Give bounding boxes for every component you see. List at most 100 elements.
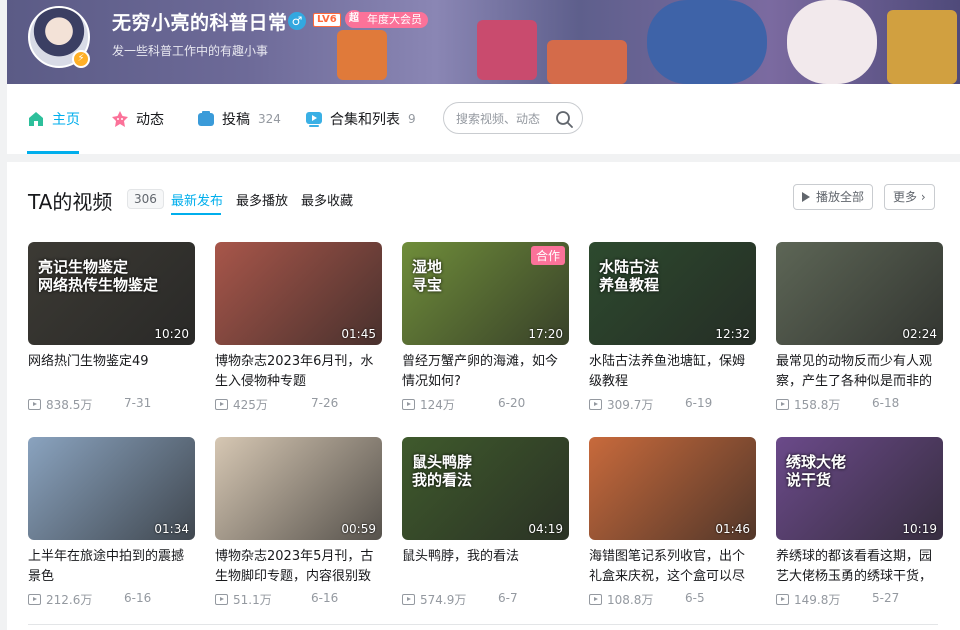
video-duration: 10:20 (154, 327, 189, 341)
home-icon (29, 112, 43, 126)
play-count-icon (215, 399, 228, 410)
play-count-icon (776, 594, 789, 605)
view-count: 574.9万 (420, 593, 467, 607)
video-meta: 309.7万 6-19 (589, 396, 756, 413)
video-card[interactable]: 01:34 上半年在旅途中拍到的震撼景色 212.6万 6-16 (28, 437, 195, 627)
tab-uploads[interactable]: 投稿 324 (197, 84, 281, 154)
video-card[interactable]: 亮记生物鉴定 网络热传生物鉴定 10:20 网络热门生物鉴定49 838.5万 … (28, 242, 195, 432)
view-count: 212.6万 (46, 593, 93, 607)
thumbnail-caption: 鼠头鸭脖 我的看法 (412, 453, 473, 489)
tab-count: 324 (258, 112, 281, 126)
search-box[interactable] (443, 102, 583, 134)
video-card[interactable]: 01:46 海错图笔记系列收官，出个礼盒来庆祝，这个盒可以尽力避免火灾 108.… (589, 437, 756, 627)
video-thumbnail[interactable]: 亮记生物鉴定 网络热传生物鉴定 10:20 (28, 242, 195, 345)
video-thumbnail[interactable]: 湿地 寻宝 合作 17:20 (402, 242, 569, 345)
publish-date: 6-18 (872, 396, 900, 410)
tab-label: 合集和列表 (330, 112, 400, 128)
publish-date: 7-26 (311, 396, 339, 410)
video-title[interactable]: 博物杂志2023年6月刊，水生入侵物种专题 (215, 352, 382, 392)
banner-decoration (337, 30, 387, 80)
chevron-right-icon: › (920, 190, 926, 204)
publish-date: 6-20 (498, 396, 526, 410)
video-meta: 574.9万 6-7 (402, 591, 569, 608)
video-duration: 00:59 (341, 522, 376, 536)
sort-most-favorited[interactable]: 最多收藏 (301, 190, 353, 209)
divider (28, 624, 938, 625)
publish-date: 5-27 (872, 591, 900, 605)
banner-decoration (477, 20, 537, 80)
video-meta: 51.1万 6-16 (215, 591, 382, 608)
video-meta: 838.5万 7-31 (28, 396, 195, 413)
video-thumbnail[interactable]: 01:46 (589, 437, 756, 540)
videos-panel: TA的视频 306 最新发布 最多播放 最多收藏 播放全部 更多 › 亮记生物鉴… (7, 162, 960, 630)
upload-icon (198, 111, 214, 126)
tab-collections[interactable]: 合集和列表 9 (305, 84, 416, 154)
tab-label: 动态 (136, 112, 164, 128)
video-card[interactable]: 水陆古法 养鱼教程 12:32 水陆古法养鱼池塘缸，保姆级教程 309.7万 6… (589, 242, 756, 432)
video-title[interactable]: 博物杂志2023年5月刊，古生物脚印专题，内容很别致的一期 (215, 547, 382, 587)
video-title[interactable]: 上半年在旅途中拍到的震撼景色 (28, 547, 195, 587)
banner-decoration (787, 0, 877, 84)
search-input[interactable] (456, 109, 548, 129)
view-count: 124万 (420, 398, 455, 412)
view-count: 425万 (233, 398, 268, 412)
video-meta: 425万 7-26 (215, 396, 382, 413)
video-card[interactable]: 00:59 博物杂志2023年5月刊，古生物脚印专题，内容很别致的一期 51.1… (215, 437, 382, 627)
video-card[interactable]: 湿地 寻宝 合作 17:20 曾经万蟹产卵的海滩，如今情况如何? 124万 6-2… (402, 242, 569, 432)
video-thumbnail[interactable]: 00:59 (215, 437, 382, 540)
sort-latest[interactable]: 最新发布 (171, 190, 223, 209)
sort-underline (171, 213, 221, 215)
play-all-button[interactable]: 播放全部 (793, 184, 874, 210)
video-title[interactable]: 海错图笔记系列收官，出个礼盒来庆祝，这个盒可以尽力避免火灾 (589, 547, 756, 587)
play-count-icon (589, 594, 602, 605)
view-count: 838.5万 (46, 398, 93, 412)
play-count-icon (589, 399, 602, 410)
video-meta: 149.8万 5-27 (776, 591, 943, 608)
video-duration: 10:19 (902, 522, 937, 536)
tab-dynamic[interactable]: 动态 (111, 84, 164, 154)
video-duration: 01:46 (715, 522, 750, 536)
tab-count: 9 (408, 112, 416, 126)
video-title[interactable]: 养绣球的都该看看这期，园艺大佬杨玉勇的绣球干货，总有一条你不知道 (776, 547, 943, 587)
play-icon (802, 192, 810, 202)
banner-decoration (887, 10, 957, 84)
video-title[interactable]: 鼠头鸭脖，我的看法 (402, 547, 569, 587)
play-count-icon (402, 594, 415, 605)
coop-tag: 合作 (530, 246, 565, 265)
sort-most-played[interactable]: 最多播放 (236, 190, 288, 209)
play-count-icon (215, 594, 228, 605)
thumbnail-caption: 绣球大佬 说干货 (786, 453, 847, 489)
video-thumbnail[interactable]: 02:24 (776, 242, 943, 345)
male-icon: ♂ (288, 12, 306, 30)
publish-date: 6-16 (311, 591, 339, 605)
video-title[interactable]: 网络热门生物鉴定49 (28, 352, 195, 392)
collection-icon (306, 112, 322, 127)
video-card[interactable]: 鼠头鸭脖 我的看法 04:19 鼠头鸭脖，我的看法 574.9万 6-7 (402, 437, 569, 627)
video-thumbnail[interactable]: 水陆古法 养鱼教程 12:32 (589, 242, 756, 345)
profile-nav: 主页 动态 投稿 324 合集和列表 9 (7, 84, 960, 154)
video-card[interactable]: 01:45 博物杂志2023年6月刊，水生入侵物种专题 425万 7-26 (215, 242, 382, 432)
video-duration: 04:19 (528, 522, 563, 536)
video-title[interactable]: 水陆古法养鱼池塘缸，保姆级教程 (589, 352, 756, 392)
video-thumbnail[interactable]: 01:45 (215, 242, 382, 345)
play-count-icon (776, 399, 789, 410)
video-thumbnail[interactable]: 绣球大佬 说干货 10:19 (776, 437, 943, 540)
video-title[interactable]: 曾经万蟹产卵的海滩，如今情况如何? (402, 352, 569, 392)
video-title[interactable]: 最常见的动物反而少有人观察，产生了各种似是而非的传说 (776, 352, 943, 392)
publish-date: 7-31 (124, 396, 152, 410)
video-card[interactable]: 绣球大佬 说干货 10:19 养绣球的都该看看这期，园艺大佬杨玉勇的绣球干货，总… (776, 437, 943, 627)
tab-home[interactable]: 主页 (27, 84, 80, 154)
more-button[interactable]: 更多 › (884, 184, 935, 210)
vip-badge[interactable]: 年度大会员 (355, 12, 428, 28)
video-duration: 01:45 (341, 327, 376, 341)
video-card[interactable]: 02:24 最常见的动物反而少有人观察，产生了各种似是而非的传说 158.8万 … (776, 242, 943, 432)
video-thumbnail[interactable]: 鼠头鸭脖 我的看法 04:19 (402, 437, 569, 540)
video-duration: 17:20 (528, 327, 563, 341)
publish-date: 6-5 (685, 591, 705, 605)
publish-date: 6-7 (498, 591, 518, 605)
view-count: 51.1万 (233, 593, 272, 607)
video-duration: 12:32 (715, 327, 750, 341)
thumbnail-caption: 湿地 寻宝 (412, 258, 443, 294)
video-thumbnail[interactable]: 01:34 (28, 437, 195, 540)
search-icon[interactable] (554, 109, 574, 129)
